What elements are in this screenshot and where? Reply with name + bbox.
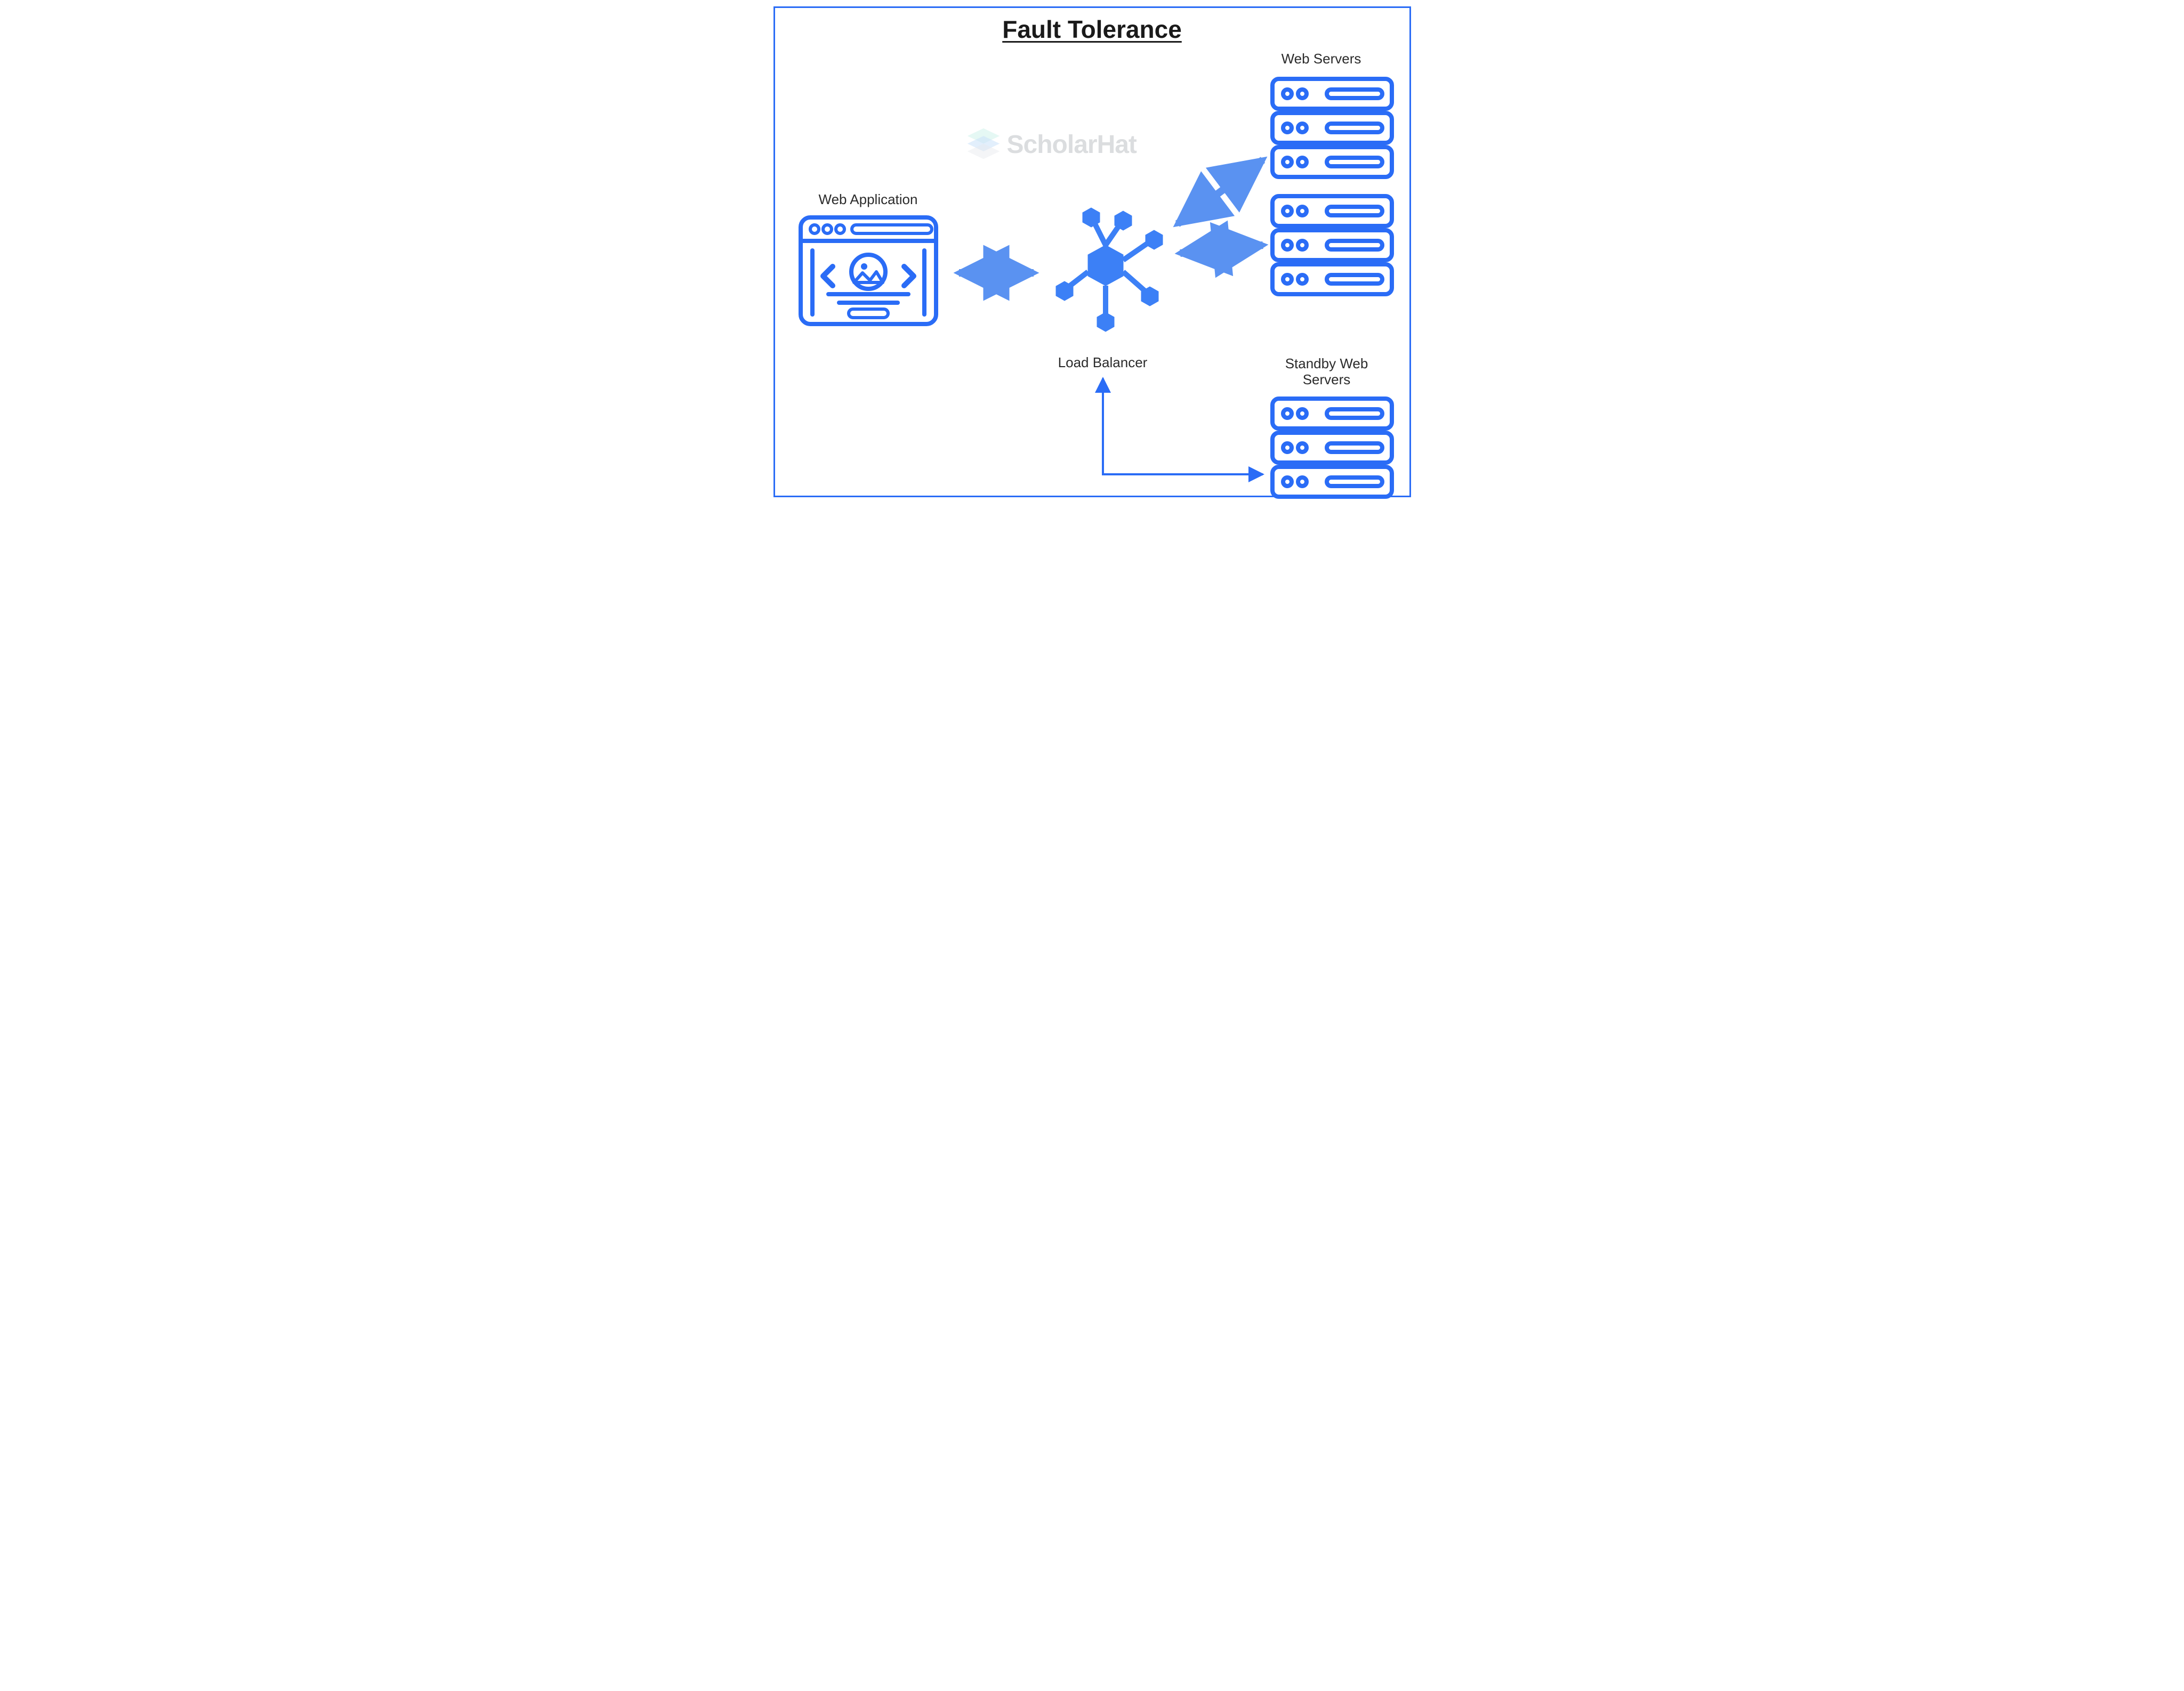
watermark-text: ScholarHat <box>1007 130 1137 159</box>
diagram-canvas: Fault Tolerance ScholarHat Web Applicati… <box>767 0 1417 504</box>
browser-app-icon <box>796 213 940 330</box>
standby-web-servers-label: Standby Web Servers <box>1258 356 1396 388</box>
web-servers-label: Web Servers <box>1258 51 1385 67</box>
load-balancer-node <box>1039 197 1172 344</box>
standby-web-servers-label-line1: Standby Web <box>1285 355 1368 371</box>
web-application-node <box>796 213 940 333</box>
web-servers-node <box>1268 75 1396 306</box>
standby-web-servers-node <box>1268 394 1396 504</box>
servers-stack-icon <box>1268 75 1396 304</box>
watermark: ScholarHat <box>964 125 1137 164</box>
standby-web-servers-label-line2: Servers <box>1303 371 1351 387</box>
standby-servers-stack-icon <box>1268 394 1396 501</box>
diagram-title: Fault Tolerance <box>767 15 1417 44</box>
load-balancer-label: Load Balancer <box>1044 355 1162 371</box>
web-application-label: Web Application <box>799 192 938 208</box>
load-balancer-icon <box>1039 197 1172 341</box>
watermark-logo-icon <box>964 125 1003 164</box>
